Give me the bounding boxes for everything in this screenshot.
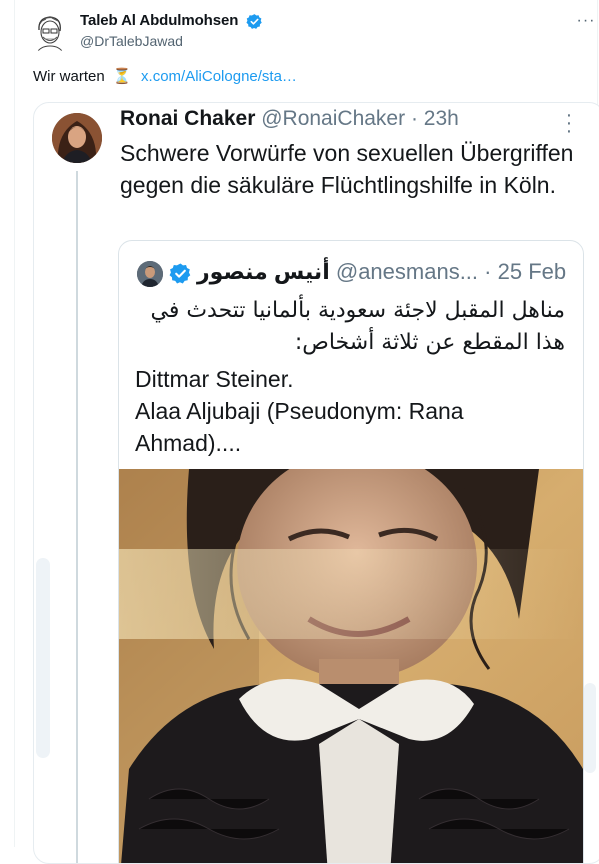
inner-quoted-card: أنيس منصور @anesmans... · 25 Feb مناهل ا… bbox=[118, 240, 584, 863]
author-name[interactable]: Taleb Al Abdulmohsen bbox=[80, 12, 238, 29]
inner-author-avatar bbox=[137, 261, 163, 287]
quoted-text: Schwere Vorwürfe von sexuellen Übergriff… bbox=[120, 140, 574, 198]
tweet-body: Wir warten bbox=[33, 68, 105, 85]
author-handle[interactable]: @DrTalebJawad bbox=[80, 33, 183, 49]
inner-header: أنيس منصور @anesmans... · 25 Feb bbox=[197, 259, 566, 285]
inner-separator: · bbox=[484, 259, 492, 284]
quoted-author-name: Ronai Chaker bbox=[120, 107, 256, 130]
verified-badge-icon bbox=[246, 14, 262, 29]
inner-author-name: أنيس منصور bbox=[197, 259, 330, 284]
quoted-time: 23h bbox=[423, 107, 459, 130]
inner-latin-line-1: Dittmar Steiner. bbox=[135, 366, 294, 392]
embedded-screenshot[interactable]: Ronai Chaker @RonaiChaker · 23h · · · Schw… bbox=[33, 102, 599, 864]
quoted-separator: · bbox=[410, 107, 418, 130]
quoted-header: Ronai Chaker @RonaiChaker · 23h bbox=[120, 107, 459, 131]
thread-line bbox=[76, 171, 78, 863]
inner-verified-badge-icon bbox=[169, 263, 191, 284]
hourglass-icon: ⏳ bbox=[112, 68, 132, 85]
video-thumbnail bbox=[119, 469, 583, 863]
scroll-shadow-left bbox=[36, 558, 50, 758]
inner-latin-line-2: Alaa Aljubaji (Pseudonym: Rana Ahmad)...… bbox=[135, 398, 464, 456]
inner-date: 25 Feb bbox=[497, 259, 567, 284]
quoted-link[interactable]: x.com/AliCologne/sta… bbox=[141, 68, 297, 85]
quoted-author-avatar bbox=[52, 113, 102, 163]
quoted-more-icon: · · · bbox=[565, 104, 573, 142]
inner-latin-text: Dittmar Steiner. Alaa Aljubaji (Pseudony… bbox=[135, 363, 565, 459]
scroll-shadow-right bbox=[584, 683, 596, 773]
author-avatar[interactable] bbox=[28, 10, 72, 54]
tweet-text: Wir warten ⏳ x.com/AliCologne/sta… bbox=[33, 67, 297, 85]
inner-author-handle: @anesmans... bbox=[335, 259, 479, 284]
more-options-icon[interactable]: ··· bbox=[576, 13, 596, 30]
quoted-author-handle: @RonaiChaker bbox=[261, 107, 406, 130]
timeline-border-left bbox=[14, 0, 15, 847]
inner-arabic-text: مناهل المقبل لاجئة سعودية بألمانيا تتحدث… bbox=[150, 298, 565, 355]
